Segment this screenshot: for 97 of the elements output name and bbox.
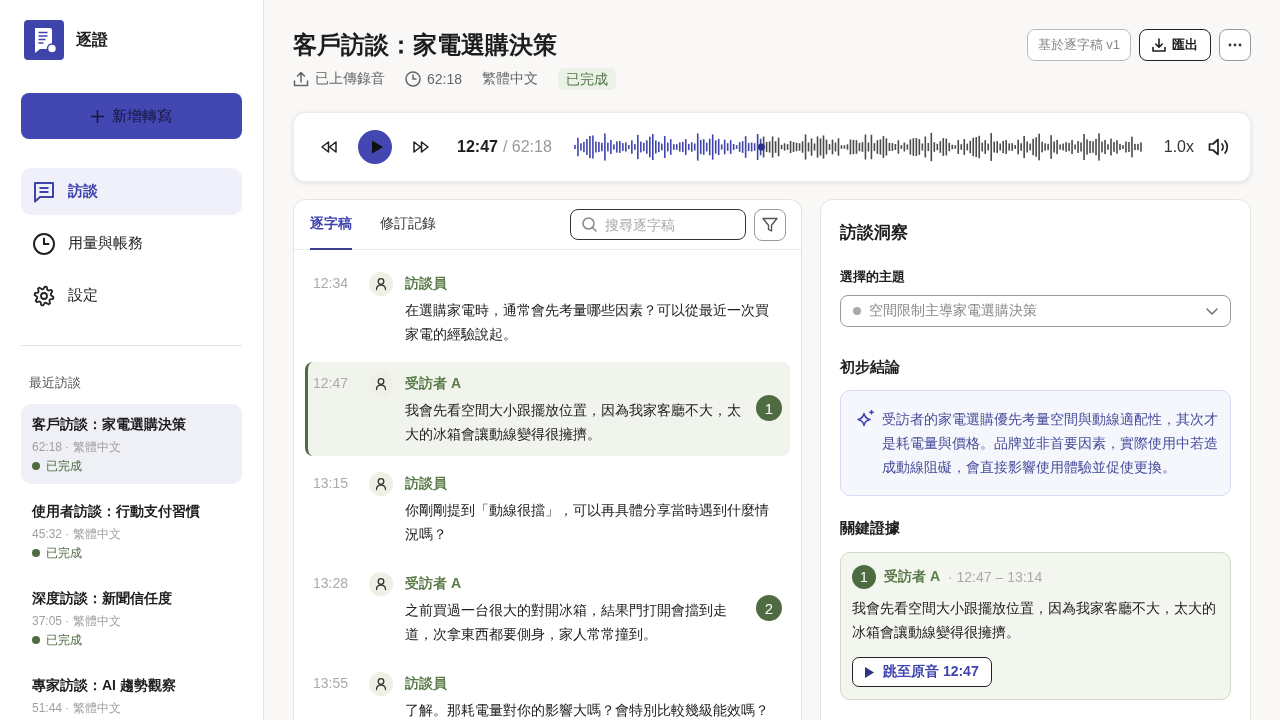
timestamp: 13:55: [313, 674, 350, 693]
recent-interview-item[interactable]: 深度訪談：新聞信任度 37:05 · 繁體中文 已完成: [21, 578, 242, 658]
current-time: 12:47: [457, 138, 498, 156]
speaker-name: 訪談員: [405, 474, 448, 493]
volume-icon[interactable]: [1208, 138, 1230, 156]
evidence-number-badge: 1: [852, 565, 876, 589]
interview-status: 已完成: [46, 545, 82, 562]
nav-item[interactable]: 設定: [21, 272, 242, 319]
interview-status: 已完成: [46, 632, 82, 649]
play-icon: [865, 666, 874, 678]
transcript-segment[interactable]: 13:55 訪談員 了解。那耗電量對你的影響大嗎？會特別比較幾級能效嗎？: [305, 662, 790, 720]
clock-icon: [405, 71, 421, 87]
transcript-version-button[interactable]: 基於逐字稿 v1: [1026, 29, 1131, 61]
conclusion-heading: 初步結論: [840, 357, 901, 377]
status-badge: 已完成: [558, 68, 617, 90]
status-dot-icon: [32, 549, 40, 557]
avatar-icon: [369, 472, 393, 496]
timestamp: 12:34: [313, 274, 350, 293]
app-name: 逐證: [76, 29, 108, 50]
rewind-icon[interactable]: [321, 141, 337, 153]
speaker-name: 訪談員: [405, 674, 448, 693]
interview-status: 已完成: [46, 458, 82, 475]
nav-item[interactable]: 用量與帳務: [21, 220, 242, 267]
topic-label: 選擇的主題: [840, 268, 906, 286]
status-dot-icon: [32, 636, 40, 644]
timestamp: 13:15: [313, 474, 350, 493]
more-button[interactable]: [1219, 29, 1251, 61]
interview-title: 使用者訪談：行動支付習慣: [32, 502, 201, 521]
duration-text: 62:18: [427, 71, 463, 87]
play-icon: [370, 140, 383, 154]
download-icon: [1152, 38, 1166, 52]
export-button[interactable]: 匯出: [1139, 29, 1211, 61]
topic-dot-icon: [853, 307, 861, 315]
speaker-name: 受訪者 A: [405, 374, 462, 393]
topic-select[interactable]: 空間限制主導家電選購決策: [840, 295, 1231, 327]
transcript-segment[interactable]: 13:15 訪談員 你剛剛提到「動線很擋」，可以再具體分享當時遇到什麼情況嗎？: [305, 462, 790, 556]
interview-title: 深度訪談：新聞信任度: [32, 589, 173, 608]
filter-button[interactable]: [754, 208, 786, 241]
speaker-name: 受訪者 A: [405, 574, 462, 593]
recent-interviews-heading: 最近訪談: [28, 374, 82, 392]
transcript-segment[interactable]: 13:28 受訪者 A 之前買過一台很大的對開冰箱，結果門打開會擋到走道，次拿東西都要側身，家人常常撞到。 2: [305, 562, 790, 656]
insights-title: 訪談洞察: [840, 222, 909, 244]
recent-interview-item[interactable]: 專家訪談：AI 趨勢觀察 51:44 · 繁體中文: [21, 665, 242, 720]
search-icon: [582, 217, 597, 232]
playback-speed[interactable]: 1.0x: [1163, 138, 1194, 156]
total-time: / 62:18: [502, 138, 552, 156]
conclusion-text: 受訪者的家電選購優先考量空間與動線適配性，其次才是耗電量與價格。品牌並非首要因素，實際使用中若造成動線阻礙，會直接影響使用體驗並促使更換。: [882, 410, 1219, 477]
timestamp: 13:28: [313, 574, 350, 593]
avatar-icon: [369, 572, 393, 596]
play-button[interactable]: [358, 130, 392, 164]
transcript-text: 你剛剛提到「動線很擋」，可以再具體分享當時遇到什麼情況嗎？: [405, 501, 770, 544]
status-dot-icon: [32, 462, 40, 470]
interview-title: 客戶訪談：家電選購決策: [32, 415, 187, 434]
timestamp: 12:47: [313, 374, 350, 393]
upload-icon: [293, 71, 309, 87]
search-field[interactable]: 搜尋逐字稿: [570, 209, 746, 240]
tab[interactable]: 逐字稿: [310, 200, 352, 250]
transcript-segment[interactable]: 12:47 受訪者 A 我會先看空間大小跟擺放位置，因為我家客廳不大，太大的冰箱會讓動線變得很擁擠。 1: [305, 362, 790, 456]
playhead-handle[interactable]: [757, 143, 765, 151]
settings-icon: [33, 284, 55, 307]
avatar-icon: [369, 372, 393, 396]
evidence-quote: 我會先看空間大小跟擺放位置，因為我家客廳不大，太大的冰箱會讓動線變得很擁擠。: [852, 599, 1217, 642]
chevron-down-icon: [1206, 307, 1218, 315]
transcript-segment[interactable]: 12:34 訪談員 在選購家電時，通常會先考量哪些因素？可以從最近一次買家電的經驗說起。: [305, 262, 790, 356]
app-logo-icon: [24, 20, 64, 60]
interview-title: 專家訪談：AI 趨勢觀察: [32, 676, 177, 695]
transcript-text: 了解。那耗電量對你的影響大嗎？會特別比較幾級能效嗎？: [405, 701, 770, 720]
fast-forward-icon[interactable]: [413, 141, 429, 153]
evidence-badge[interactable]: 1: [756, 395, 782, 421]
tab[interactable]: 修訂記錄: [380, 200, 436, 250]
sparkle-icon: [856, 409, 876, 429]
transcript-text: 我會先看空間大小跟擺放位置，因為我家客廳不大，太大的冰箱會讓動線變得很擁擠。: [405, 401, 742, 444]
time-range: · 12:47 – 13:14: [948, 569, 1043, 585]
recent-interview-item[interactable]: 客戶訪談：家電選購決策 62:18 · 繁體中文 已完成: [21, 404, 242, 484]
speaker-name: 訪談員: [405, 274, 448, 293]
interview-title-heading: 客戶訪談：家電選購決策: [293, 30, 557, 60]
filter-icon: [762, 216, 778, 233]
chat-icon: [33, 180, 55, 203]
interview-meta: 51:44 · 繁體中文: [32, 700, 122, 716]
recent-interview-item[interactable]: 使用者訪談：行動支付習慣 45:32 · 繁體中文 已完成: [21, 491, 242, 571]
transcript-text: 之前買過一台很大的對開冰箱，結果門打開會擋到走道，次拿東西都要側身，家人常常撞到。: [405, 601, 728, 644]
plus-icon: [91, 109, 104, 123]
interview-meta: 37:05 · 繁體中文: [32, 613, 122, 629]
avatar-icon: [369, 272, 393, 296]
speaker-name: 受訪者 A: [884, 568, 940, 586]
transcript-text: 在選購家電時，通常會先考量哪些因素？可以從最近一次買家電的經驗說起。: [405, 301, 770, 344]
upload-status: 已上傳錄音: [315, 70, 385, 88]
evidence-badge[interactable]: 2: [756, 595, 782, 621]
more-icon: [1228, 43, 1242, 47]
nav-item[interactable]: 訪談: [21, 168, 242, 215]
jump-to-audio-button[interactable]: 跳至原音 12:47: [852, 657, 992, 687]
avatar-icon: [369, 672, 393, 696]
interview-meta: 62:18 · 繁體中文: [32, 439, 122, 455]
evidence-heading: 關鍵證據: [840, 518, 901, 538]
language-text: 繁體中文: [482, 70, 539, 88]
interview-meta: 45:32 · 繁體中文: [32, 526, 122, 542]
clock-icon: [33, 232, 55, 255]
